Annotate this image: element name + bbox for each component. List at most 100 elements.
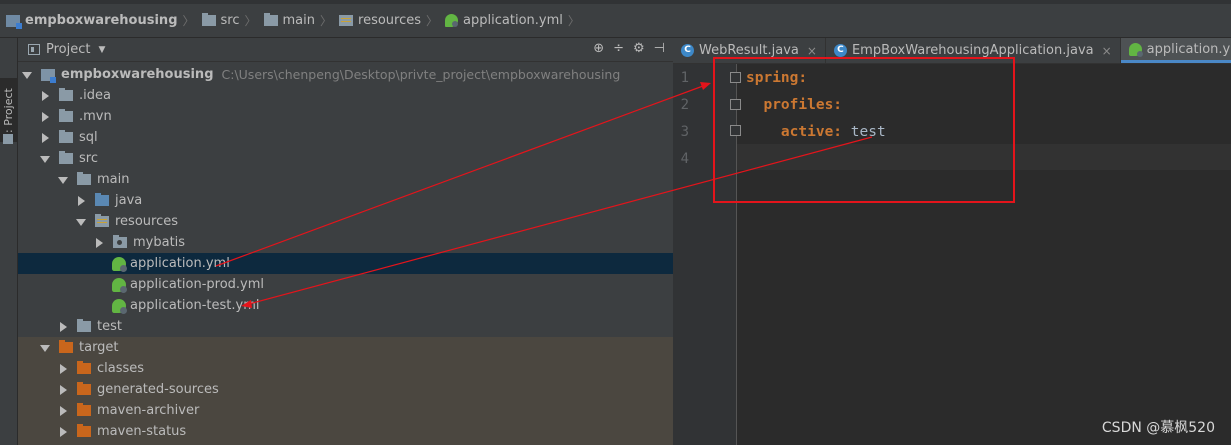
tree-item-generated-sources[interactable]: generated-sources bbox=[18, 379, 713, 400]
fold-marker-icon[interactable] bbox=[730, 99, 741, 110]
breadcrumb-item-src[interactable]: src bbox=[201, 13, 240, 28]
folder-icon bbox=[59, 109, 73, 122]
chevron-down-icon[interactable] bbox=[40, 156, 50, 163]
folder-icon bbox=[113, 235, 127, 248]
chevron-right-icon[interactable] bbox=[96, 237, 103, 248]
project-panel-toolbar: ⊕ ÷ ⚙ ⊣ bbox=[593, 41, 665, 56]
folder-icon bbox=[77, 319, 91, 332]
breadcrumb-item-application-yml[interactable]: application.yml bbox=[445, 13, 563, 28]
excluded-folder-icon bbox=[77, 424, 91, 437]
module-icon bbox=[6, 14, 22, 29]
line-number: 1 bbox=[680, 70, 689, 86]
spring-config-icon bbox=[112, 256, 127, 272]
chevron-right-icon[interactable] bbox=[60, 321, 67, 332]
line-number: 3 bbox=[680, 124, 689, 140]
project-view-selector[interactable]: Project ▼ bbox=[28, 42, 105, 57]
close-icon[interactable]: × bbox=[807, 44, 817, 58]
editor-gutter: 1 2 3 4 bbox=[673, 64, 741, 445]
chevron-right-icon[interactable] bbox=[42, 132, 49, 143]
tab-webresult-java[interactable]: C WebResult.java × bbox=[673, 38, 826, 63]
project-tool-tab-label: 1: Project bbox=[2, 88, 15, 140]
chevron-down-icon: ▼ bbox=[98, 44, 106, 55]
class-icon: C bbox=[681, 44, 694, 57]
chevron-right-icon: 〉 bbox=[320, 14, 333, 28]
tab-application-yml[interactable]: application.yml × bbox=[1120, 38, 1231, 63]
tree-item-main[interactable]: main bbox=[18, 169, 713, 190]
resources-folder-icon bbox=[95, 214, 109, 227]
tree-item-application-test-yml[interactable]: application-test.yml bbox=[18, 295, 767, 316]
structure-icon[interactable] bbox=[3, 134, 13, 144]
fold-marker-icon[interactable] bbox=[730, 125, 741, 136]
project-tool-tab[interactable]: 1: Project bbox=[0, 78, 17, 142]
chevron-down-icon[interactable] bbox=[58, 177, 68, 184]
navigation-bar: empboxwarehousing 〉 src 〉 main 〉 resourc… bbox=[0, 0, 1231, 38]
yaml-key: profiles: bbox=[763, 97, 843, 113]
collapse-all-icon[interactable]: ÷ bbox=[613, 41, 624, 56]
spring-config-icon bbox=[112, 277, 127, 293]
code-line-1: spring: bbox=[746, 70, 807, 86]
excluded-folder-icon bbox=[77, 382, 91, 395]
tree-item-test[interactable]: test bbox=[18, 316, 713, 337]
chevron-right-icon: 〉 bbox=[567, 14, 580, 28]
gear-icon[interactable]: ⚙ bbox=[633, 41, 645, 56]
chevron-right-icon: 〉 bbox=[426, 14, 439, 28]
tree-root[interactable]: empboxwarehousing C:\Users\chenpeng\Desk… bbox=[18, 64, 677, 85]
tree-item-sql[interactable]: sql bbox=[18, 127, 695, 148]
chevron-down-icon[interactable] bbox=[22, 72, 32, 79]
folder-icon bbox=[77, 172, 91, 185]
chevron-right-icon: 〉 bbox=[182, 14, 195, 28]
source-folder-icon bbox=[95, 193, 109, 206]
folder-icon bbox=[263, 13, 278, 26]
project-path: C:\Users\chenpeng\Desktop\privte_project… bbox=[221, 67, 621, 82]
tree-item-java[interactable]: java bbox=[18, 190, 731, 211]
tree-item-maven-archiver[interactable]: maven-archiver bbox=[18, 400, 713, 421]
folder-icon bbox=[59, 130, 73, 143]
project-panel-title: Project bbox=[46, 42, 91, 57]
spring-config-icon bbox=[112, 298, 127, 314]
tool-window-strip: 1: Project bbox=[0, 38, 18, 445]
chevron-down-icon[interactable] bbox=[76, 219, 86, 226]
tree-item-application-prod-yml[interactable]: application-prod.yml bbox=[18, 274, 767, 295]
chevron-right-icon[interactable] bbox=[60, 405, 67, 416]
editor-tab-bar: C WebResult.java × C EmpBoxWarehousingAp… bbox=[673, 38, 1231, 64]
module-icon bbox=[41, 68, 56, 83]
tree-item-classes[interactable]: classes bbox=[18, 358, 713, 379]
hide-icon[interactable]: ⊣ bbox=[654, 41, 665, 56]
breadcrumb-item-main[interactable]: main bbox=[263, 13, 315, 28]
chevron-right-icon[interactable] bbox=[42, 90, 49, 101]
tab-empboxwarehousingapplication-java[interactable]: C EmpBoxWarehousingApplication.java × bbox=[826, 38, 1121, 63]
tree-item-maven-status[interactable]: maven-status bbox=[18, 421, 713, 442]
resources-folder-icon bbox=[339, 15, 354, 26]
excluded-folder-icon bbox=[59, 340, 73, 353]
breadcrumb-item-resources[interactable]: resources bbox=[339, 13, 421, 28]
breadcrumb: empboxwarehousing 〉 src 〉 main 〉 resourc… bbox=[6, 12, 587, 29]
project-tree: empboxwarehousing C:\Users\chenpeng\Desk… bbox=[18, 62, 767, 445]
chevron-right-icon: 〉 bbox=[244, 14, 257, 28]
chevron-right-icon[interactable] bbox=[42, 111, 49, 122]
watermark: CSDN @慕枫520 bbox=[1101, 420, 1215, 436]
fold-marker-icon[interactable] bbox=[730, 72, 741, 83]
project-panel-header: Project ▼ ⊕ ÷ ⚙ ⊣ bbox=[18, 38, 673, 62]
chevron-right-icon[interactable] bbox=[60, 363, 67, 374]
chevron-right-icon[interactable] bbox=[60, 426, 67, 437]
locate-icon[interactable]: ⊕ bbox=[593, 41, 604, 56]
tree-item-target[interactable]: target bbox=[18, 337, 695, 358]
breadcrumb-item-project[interactable]: empboxwarehousing bbox=[6, 13, 178, 29]
tree-item-resources[interactable]: resources bbox=[18, 211, 731, 232]
close-icon[interactable]: × bbox=[1102, 44, 1112, 58]
excluded-folder-icon bbox=[77, 361, 91, 374]
chevron-down-icon[interactable] bbox=[40, 345, 50, 352]
excluded-folder-icon bbox=[77, 403, 91, 416]
tree-item-idea[interactable]: .idea bbox=[18, 85, 695, 106]
code-editor[interactable]: 1 2 3 4 spring: profiles: active: test bbox=[673, 64, 1231, 445]
tree-item-mvn[interactable]: .mvn bbox=[18, 106, 695, 127]
tree-item-application-yml[interactable]: application.yml bbox=[18, 253, 767, 274]
code-line-2: profiles: bbox=[746, 97, 842, 113]
tree-item-src[interactable]: src bbox=[18, 148, 695, 169]
chevron-right-icon[interactable] bbox=[60, 384, 67, 395]
spring-class-icon: C bbox=[833, 44, 847, 57]
spring-config-icon bbox=[445, 14, 459, 27]
code-line-3: active: test bbox=[746, 124, 886, 140]
tree-item-mybatis[interactable]: mybatis bbox=[18, 232, 749, 253]
chevron-right-icon[interactable] bbox=[78, 195, 85, 206]
